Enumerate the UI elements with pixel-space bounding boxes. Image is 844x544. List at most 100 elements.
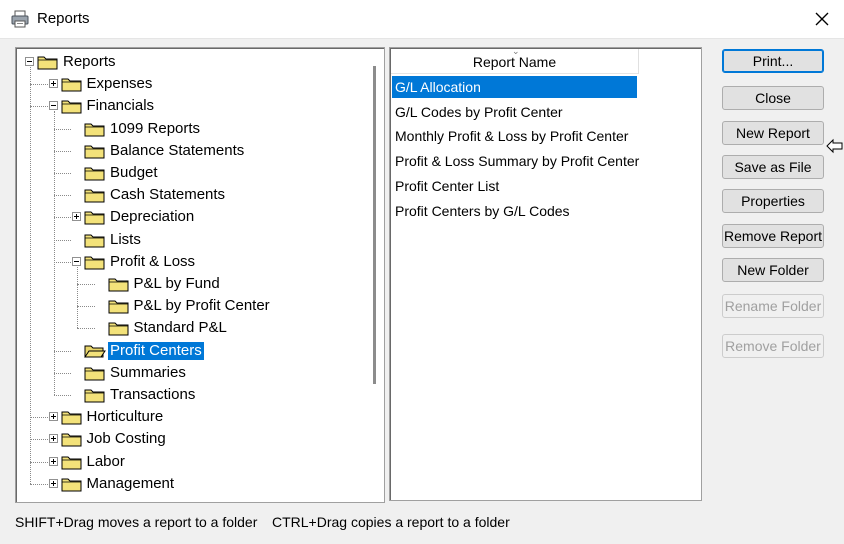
tree-item-pandl-by-profit-center[interactable]: P&L by Profit Center <box>16 295 356 317</box>
tree-guide-line <box>53 111 55 395</box>
tree-connector <box>77 306 95 308</box>
tree-item-label: Lists <box>110 230 141 248</box>
report-item-profit-centers-by-g-l-codes[interactable]: Profit Centers by G/L Codes <box>392 200 573 222</box>
folder-icon <box>61 100 81 114</box>
folder-icon <box>84 256 105 270</box>
report-item-profit-center-list[interactable]: Profit Center List <box>392 175 502 197</box>
column-header-report-name[interactable]: ⌄ Report Name <box>391 47 639 74</box>
remove-report-button[interactable]: Remove Report <box>722 224 824 248</box>
expand-plus-icon[interactable] <box>48 79 58 89</box>
properties-button[interactable]: Properties <box>722 189 824 213</box>
tree-item-label: Horticulture <box>86 408 164 426</box>
tree-connector <box>53 350 71 352</box>
tree-item-label: Profit & Loss <box>110 252 196 270</box>
folder-open-icon <box>84 345 106 358</box>
tree-guide-line <box>77 266 78 329</box>
report-list[interactable]: ⌄ Report Name G/L Allocation G/L Codes by… <box>389 47 702 501</box>
tree-connector <box>53 261 71 263</box>
folder-icon <box>108 322 128 336</box>
expand-plus-icon[interactable] <box>48 478 58 488</box>
tree-item-label: Profit Centers <box>108 341 204 360</box>
tree-item-label: P&L by Fund <box>133 275 220 292</box>
folder-icon <box>84 367 105 381</box>
tree-guide-line <box>30 67 31 484</box>
expand-plus-icon[interactable] <box>48 456 58 466</box>
tree-item-label: Summaries <box>110 363 186 381</box>
tree-item-1099-reports[interactable]: 1099 Reports <box>16 118 356 140</box>
report-item-g-l-allocation[interactable]: G/L Allocation <box>392 76 637 98</box>
tree-item-balance-statements[interactable]: Balance Statements <box>16 140 356 162</box>
remove-folder-button[interactable]: Remove Folder <box>722 334 824 358</box>
tree-item-label: 1099 Reports <box>110 119 201 137</box>
folder-icon <box>84 234 105 248</box>
folder-tree[interactable]: Reports Expenses Financials 1099 Reports Bal… <box>15 47 385 503</box>
folder-icon <box>61 78 81 92</box>
expand-plus-icon[interactable] <box>48 412 58 422</box>
tree-item-label: Depreciation <box>110 208 195 226</box>
tree-item-financials[interactable]: Financials <box>16 95 356 117</box>
tree-connector <box>30 106 48 108</box>
collapse-minus-icon[interactable] <box>72 256 81 266</box>
tree-item-label: Job Costing <box>86 430 166 448</box>
report-item-monthly-profit-and-loss-by-profit-center[interactable]: Monthly Profit & Loss by Profit Center <box>392 125 631 147</box>
tree-item-labor[interactable]: Labor <box>16 451 356 473</box>
title-bar: Reports <box>0 0 844 39</box>
pointer-hand-icon <box>826 138 843 154</box>
expand-plus-icon[interactable] <box>48 434 58 444</box>
folder-icon <box>61 456 81 470</box>
window-title: Reports <box>37 10 90 27</box>
tree-item-label: Budget <box>110 164 158 181</box>
close-button[interactable]: Close <box>722 86 824 110</box>
collapse-minus-icon[interactable] <box>25 57 34 66</box>
expand-plus-icon[interactable] <box>72 212 81 222</box>
sort-indicator-icon: ⌄ <box>512 47 520 56</box>
print-button[interactable]: Print... <box>722 49 824 73</box>
tree-item-transactions[interactable]: Transactions <box>16 384 356 406</box>
tree-item-lists[interactable]: Lists <box>16 229 356 251</box>
close-window-icon[interactable] <box>810 7 834 31</box>
folder-icon <box>84 189 105 203</box>
tree-item-label: Management <box>86 474 175 492</box>
tree-connector <box>53 395 71 396</box>
save-as-file-button[interactable]: Save as File <box>722 155 824 179</box>
tree-item-budget[interactable]: Budget <box>16 162 356 184</box>
folder-icon <box>84 145 105 159</box>
tree-connector <box>30 483 48 485</box>
ctrl-drag-hint: CTRL+Drag copies a report to a folder <box>272 514 510 530</box>
tree-connector <box>53 217 71 219</box>
tree-item-label: Transactions <box>110 386 196 403</box>
report-item-g-l-codes-by-profit-center[interactable]: G/L Codes by Profit Center <box>392 101 566 123</box>
tree-item-expenses[interactable]: Expenses <box>16 73 356 95</box>
tree-item-standard-pandl[interactable]: Standard P&L <box>16 317 356 339</box>
new-folder-button[interactable]: New Folder <box>722 258 824 282</box>
rename-folder-button[interactable]: Rename Folder <box>722 294 824 318</box>
tree-item-label: Balance Statements <box>110 141 245 159</box>
tree-connector <box>30 439 48 441</box>
folder-icon <box>37 56 58 70</box>
tree-item-depreciation[interactable]: Depreciation <box>16 206 356 228</box>
folder-icon <box>108 278 128 292</box>
tree-scrollbar[interactable] <box>373 66 376 384</box>
tree-item-summaries[interactable]: Summaries <box>16 362 356 384</box>
folder-icon <box>108 300 128 314</box>
tree-item-label: Reports <box>63 53 116 70</box>
collapse-minus-icon[interactable] <box>48 101 58 111</box>
tree-item-label: Financials <box>86 97 155 115</box>
tree-item-profit-and-loss[interactable]: Profit & Loss <box>16 251 356 273</box>
folder-icon <box>61 411 81 425</box>
report-item-profit-and-loss-summary-by-profit-center[interactable]: Profit & Loss Summary by Profit Center <box>392 150 642 172</box>
folder-icon <box>61 433 81 447</box>
new-report-button[interactable]: New Report <box>722 121 824 145</box>
tree-item-job-costing[interactable]: Job Costing <box>16 428 356 450</box>
tree-item-profit-centers[interactable]: Profit Centers <box>16 340 356 362</box>
tree-connector <box>30 84 48 86</box>
tree-item-cash-statements[interactable]: Cash Statements <box>16 184 356 206</box>
tree-item-label: Labor <box>86 452 125 470</box>
tree-item-pandl-by-fund[interactable]: P&L by Fund <box>16 273 356 295</box>
tree-item-management[interactable]: Management <box>16 473 356 495</box>
folder-icon <box>84 389 105 403</box>
tree-item-reports[interactable]: Reports <box>16 51 356 73</box>
tree-item-label: Expenses <box>86 75 153 93</box>
tree-item-horticulture[interactable]: Horticulture <box>16 406 356 428</box>
tree-connector <box>77 328 95 330</box>
